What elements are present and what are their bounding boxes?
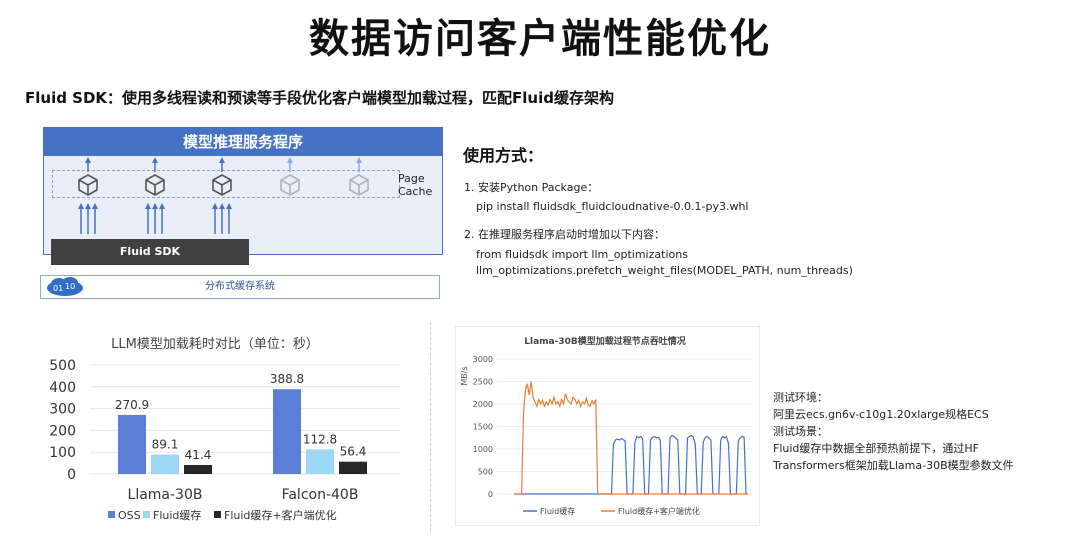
bar-data-label: 89.1 (152, 438, 179, 452)
test-scene-label: 测试场景： (773, 425, 828, 438)
line-y-tick-label: 500 (478, 468, 493, 477)
page-title: 数据访问客户端性能优化 (309, 16, 771, 62)
line-y-tick-label: 2500 (473, 378, 493, 387)
bar (184, 464, 212, 474)
bar-data-label: 41.4 (185, 448, 212, 462)
bar-chart-title: LLM模型加载耗时对比（单位：秒） (111, 337, 319, 352)
cube-icon-1 (78, 174, 98, 196)
load-time-bar-chart: LLM模型加载耗时对比（单位：秒） 0 100 200 300 400 500 270.9 89… (49, 337, 400, 522)
usage-title: 使用方式： (463, 146, 544, 165)
distributed-cache-box: 01 10 分布式缓存系统 (40, 275, 440, 299)
page-subtitle: Fluid SDK：使用多线程读和预读等手段优化客户端模型加载过程，匹配Flui… (25, 89, 614, 107)
bar (118, 414, 146, 474)
cube-icon-4 (280, 174, 300, 196)
bar-y-tick-label: 200 (49, 423, 76, 439)
line-y-tick-label: 2000 (473, 400, 493, 409)
bar-legend-label: Fluid缓存 (153, 508, 201, 522)
usage-step2: 2. 在推理服务程序启动时增加以下内容： (464, 228, 665, 241)
bar-x-tick-label: Llama-30B (128, 487, 203, 503)
line-y-tick-label: 3000 (473, 355, 493, 364)
test-env-label: 测试环境： (773, 391, 828, 404)
test-notes: 测试环境： 阿里云ecs.gn6v-c10g1.20xlarge规格ECS 测试… (773, 389, 1014, 474)
section-divider (430, 322, 431, 532)
line-legend-label: Fluid缓存+客户端优化 (618, 506, 700, 516)
line-y-tick-label: 1500 (473, 423, 493, 432)
bar-data-label: 56.4 (340, 445, 367, 459)
bar-data-label: 270.9 (115, 398, 149, 412)
bar (273, 389, 301, 474)
bar-x-tick-label: Falcon-40B (282, 487, 359, 503)
bar-data-label: 388.8 (270, 372, 304, 386)
bar (339, 461, 367, 474)
cube-icon-5 (349, 174, 369, 196)
bar (151, 454, 179, 474)
triple-arrow-icon-1 (78, 203, 98, 234)
bar-y-tick-label: 0 (67, 467, 76, 483)
bar-legend-swatch (214, 511, 221, 518)
usage-step1: 1. 安装Python Package： (464, 181, 599, 194)
bar-data-label: 112.8 (303, 432, 337, 446)
line-y-tick-label: 1000 (473, 445, 493, 454)
triple-arrow-icon-2 (145, 203, 165, 234)
fluid-sdk-bar: Fluid SDK (51, 239, 249, 265)
bar-y-tick-label: 100 (49, 445, 76, 461)
bar-legend-swatch (108, 511, 115, 518)
usage-step2-line1: from fluidsdk import llm_optimizations (476, 248, 688, 261)
bar-legend-label: OSS (118, 509, 141, 522)
bar-y-tick-label: 400 (49, 380, 76, 396)
bar-y-tick-label: 300 (49, 402, 76, 418)
bar-legend-swatch (143, 511, 150, 518)
line-y-tick-label: 0 (488, 490, 493, 499)
inference-service-box: 模型推理服务程序 Page Cache Fluid SDK (43, 127, 443, 265)
test-scene-line2: Transformers框架加载Llama-30B模型参数文件 (773, 459, 1014, 472)
bar-y-tick-label: 500 (49, 358, 76, 374)
test-scene-line1: Fluid缓存中数据全部预热前提下，通过HF (773, 442, 979, 455)
line-legend-label: Fluid缓存 (540, 506, 575, 516)
line-y-axis-label: MB/s (460, 366, 469, 385)
bar-legend-label: Fluid缓存+客户端优化 (224, 508, 337, 522)
bar (306, 449, 334, 474)
arch-glyphs (78, 157, 369, 234)
usage-step1-command: pip install fluidsdk_fluidcloudnative-0.… (476, 200, 749, 213)
cube-icon-2 (145, 174, 165, 196)
throughput-line-chart: Llama-30B模型加载过程节点吞吐情况 MB/s 0 500 1000 1500 200… (455, 326, 760, 526)
test-env-value: 阿里云ecs.gn6v-c10g1.20xlarge规格ECS (773, 408, 989, 421)
distributed-cache-label: 分布式缓存系统 (205, 281, 275, 292)
line-chart-title: Llama-30B模型加载过程节点吞吐情况 (524, 335, 685, 347)
triple-arrow-icon-3 (212, 203, 232, 234)
cube-icon-3 (212, 174, 232, 196)
usage-step2-line2: llm_optimizations.prefetch_weight_files(… (476, 264, 853, 277)
